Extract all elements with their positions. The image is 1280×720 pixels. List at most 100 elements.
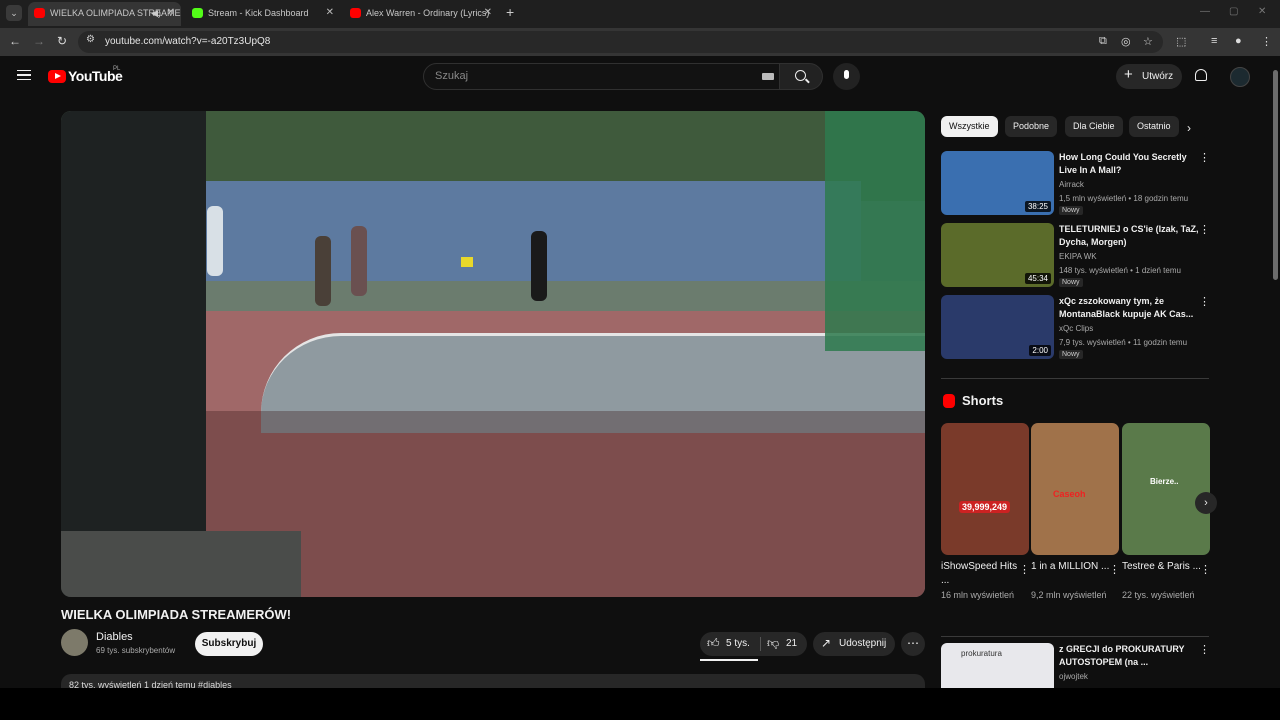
short-title[interactable]: Testree & Paris ... — [1122, 560, 1202, 574]
short-thumbnail[interactable]: Caseoh — [1031, 423, 1119, 555]
duration-badge: 38:25 — [1024, 201, 1051, 212]
shorts-next-button[interactable]: › — [1195, 492, 1217, 514]
chip-all[interactable]: Wszystkie — [941, 116, 998, 137]
youtube-favicon-icon — [34, 8, 45, 18]
maximize-icon[interactable]: ▢ — [1229, 6, 1238, 17]
recommendation-channel[interactable]: ojwojtek — [1059, 672, 1088, 681]
close-tab-icon[interactable]: ✕ — [326, 2, 334, 24]
short-item[interactable]: 39,999,249 iShowSpeed Hits ... 16 mln wy… — [941, 423, 1030, 600]
kebab-menu-icon[interactable]: ⋮ — [1200, 563, 1211, 576]
video-frame-person — [207, 206, 223, 276]
search-button[interactable] — [780, 63, 823, 90]
recommendation-title[interactable]: z GRECJI do PROKURATURY AUTOSTOPEM (na .… — [1059, 643, 1199, 669]
profile-icon[interactable]: ● — [1235, 35, 1242, 47]
create-button[interactable]: + Utwórz — [1116, 64, 1182, 89]
short-item[interactable]: Bierze.. Testree & Paris ... 22 tys. wyś… — [1122, 423, 1211, 600]
video-player[interactable] — [61, 111, 925, 597]
dislike-count[interactable]: 21 — [786, 638, 797, 649]
taskbar-area — [0, 688, 1280, 720]
browser-tab-kick[interactable]: Stream - Kick Dashboard ✕ — [186, 2, 340, 26]
recommendation-item[interactable]: 2:00 xQc zszokowany tym, że MontanaBlack… — [941, 295, 1211, 359]
back-icon[interactable]: ← — [9, 34, 21, 48]
kebab-menu-icon[interactable]: ⋮ — [1109, 563, 1120, 576]
speaker-icon[interactable]: ◀) — [151, 2, 161, 24]
media-control-icon[interactable]: ≡ — [1211, 35, 1217, 47]
short-item[interactable]: Caseoh 1 in a MILLION ... 9,2 mln wyświe… — [1031, 423, 1120, 600]
short-thumbnail[interactable]: Bierze.. — [1122, 423, 1210, 555]
chips-next-icon[interactable]: › — [1187, 121, 1191, 135]
video-frame-net — [825, 111, 925, 351]
chip-for-you[interactable]: Dla Ciebie — [1065, 116, 1123, 137]
address-bar[interactable]: ⚙ youtube.com/watch?v=-a20Tz3UpQ8 — [78, 31, 1163, 53]
voice-search-button[interactable] — [833, 63, 860, 90]
chip-recent[interactable]: Ostatnio — [1129, 116, 1179, 137]
browser-tab-music[interactable]: Alex Warren - Ordinary (Lyrics) ✕ — [344, 2, 498, 26]
recommendation-channel[interactable]: EKIPA WK — [1059, 252, 1097, 261]
short-title[interactable]: 1 in a MILLION ... — [1031, 560, 1111, 574]
channel-name[interactable]: Diables — [96, 631, 133, 643]
tab-search-button[interactable]: ⌄ — [6, 5, 22, 21]
window-close-icon[interactable]: ✕ — [1258, 6, 1266, 17]
short-views: 16 mln wyświetleń — [941, 590, 1015, 600]
video-thumbnail[interactable]: 45:34 — [941, 223, 1054, 287]
new-tab-button[interactable]: + — [506, 4, 514, 20]
duration-badge: 2:00 — [1029, 345, 1051, 356]
kebab-menu-icon[interactable]: ⋮ — [1199, 223, 1210, 236]
youtube-logo-icon[interactable] — [48, 70, 66, 83]
short-views: 22 tys. wyświetleń — [1122, 590, 1195, 600]
video-title: WIELKA OLIMPIADA STREAMERÓW! — [61, 607, 292, 622]
recommendation-item[interactable]: prokuratura z GRECJI do PROKURATURY AUTO… — [941, 643, 1211, 688]
extensions-icon[interactable]: ⬚ — [1176, 35, 1186, 48]
like-icon[interactable]: 👍︎ — [707, 636, 720, 651]
site-info-icon[interactable]: ⚙ — [86, 34, 95, 45]
minimize-icon[interactable]: — — [1200, 6, 1210, 17]
channel-avatar[interactable] — [61, 629, 88, 656]
subscribe-button[interactable]: Subskrybuj — [195, 632, 263, 656]
kebab-menu-icon[interactable]: ⋮ — [1019, 563, 1030, 576]
close-tab-icon[interactable]: ✕ — [484, 2, 492, 24]
recommendation-title[interactable]: xQc zszokowany tym, że MontanaBlack kupu… — [1059, 295, 1199, 321]
new-badge: Nowy — [1059, 350, 1083, 359]
new-badge: Nowy — [1059, 206, 1083, 215]
like-count[interactable]: 5 tys. — [726, 638, 750, 649]
notifications-bell-icon[interactable] — [1195, 69, 1207, 81]
share-button[interactable]: ↗ Udostępnij — [813, 632, 895, 656]
more-actions-button[interactable]: ⋯ — [901, 632, 925, 656]
forward-icon[interactable]: → — [33, 34, 45, 48]
search-input[interactable]: Szukaj — [423, 63, 780, 90]
bookmark-star-icon[interactable]: ☆ — [1143, 35, 1153, 48]
scrollbar-thumb[interactable] — [1273, 70, 1278, 280]
kebab-menu-icon[interactable]: ⋮ — [1199, 643, 1210, 656]
short-title[interactable]: iShowSpeed Hits ... — [941, 560, 1021, 588]
video-thumbnail[interactable]: 38:25 — [941, 151, 1054, 215]
recommendation-channel[interactable]: xQc Clips — [1059, 324, 1093, 333]
hamburger-menu-icon[interactable] — [17, 70, 31, 80]
recommendation-channel[interactable]: Airrack — [1059, 180, 1084, 189]
recommendation-item[interactable]: 45:34 TELETURNIEJ o CS'ie (Izak, TaZ, Dy… — [941, 223, 1211, 287]
like-dislike-group: 👍︎ 5 tys. 👎︎ 21 — [700, 632, 807, 656]
recommendation-item[interactable]: 38:25 How Long Could You Secretly Live I… — [941, 151, 1211, 215]
search-placeholder: Szukaj — [435, 70, 469, 82]
youtube-favicon-icon — [350, 8, 361, 18]
reload-icon[interactable]: ↻ — [57, 34, 67, 48]
browser-menu-icon[interactable]: ⋮ — [1261, 35, 1272, 48]
country-code: PL — [113, 66, 121, 72]
kebab-menu-icon[interactable]: ⋮ — [1199, 151, 1210, 164]
recommendation-title[interactable]: TELETURNIEJ o CS'ie (Izak, TaZ, Dycha, M… — [1059, 223, 1199, 249]
install-icon[interactable]: ⧉ — [1099, 35, 1107, 48]
close-tab-icon[interactable]: ✕ — [167, 2, 175, 24]
recommendation-title[interactable]: How Long Could You Secretly Live In A Ma… — [1059, 151, 1199, 177]
chip-related[interactable]: Podobne — [1005, 116, 1058, 137]
keyboard-icon[interactable] — [762, 73, 774, 80]
short-thumbnail[interactable]: 39,999,249 — [941, 423, 1029, 555]
video-thumbnail[interactable]: 2:00 — [941, 295, 1054, 359]
browser-tab-active[interactable]: WIELKA OLIMPIADA STREAMERÓW! ◀) ✕ — [28, 2, 181, 26]
recommendation-meta: 7,9 tys. wyświetleń • 11 godzin temu — [1059, 338, 1188, 347]
share-label: Udostępnij — [839, 638, 887, 649]
dislike-icon[interactable]: 👎︎ — [767, 636, 779, 651]
url-text[interactable]: youtube.com/watch?v=-a20Tz3UpQ8 — [105, 36, 270, 47]
video-thumbnail[interactable]: prokuratura — [941, 643, 1054, 688]
kebab-menu-icon[interactable]: ⋮ — [1199, 295, 1210, 308]
eye-off-icon[interactable]: ◎ — [1121, 35, 1131, 48]
account-avatar[interactable] — [1230, 67, 1250, 87]
